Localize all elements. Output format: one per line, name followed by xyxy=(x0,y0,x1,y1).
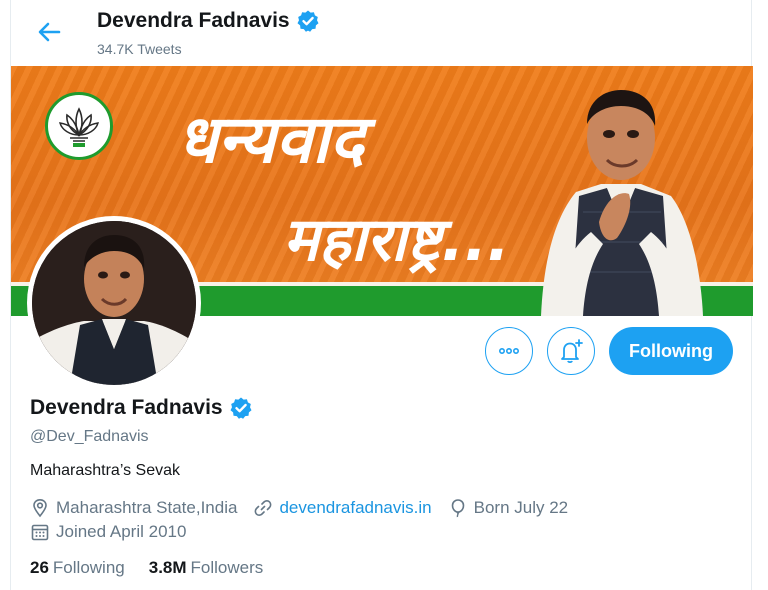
birthday-text: Born July 22 xyxy=(473,498,569,517)
header-name: Devendra Fadnavis xyxy=(97,9,290,32)
back-arrow-icon xyxy=(38,22,61,42)
followers-stat[interactable]: 3.8M Followers xyxy=(149,558,264,578)
profile-joined-row: Joined April 2010 xyxy=(30,522,202,542)
following-label: Following xyxy=(52,558,125,577)
joined-item: Joined April 2010 xyxy=(30,522,186,542)
more-options-button[interactable] xyxy=(485,327,533,375)
calendar-icon xyxy=(31,524,49,541)
svg-text:महाराष्ट्र...: महाराष्ट्र... xyxy=(283,205,510,275)
notifications-button[interactable] xyxy=(547,327,595,375)
header-title: Devendra Fadnavis xyxy=(97,9,320,33)
profile-header-bar: Devendra Fadnavis 34.7K Tweets xyxy=(11,0,753,66)
verified-badge-icon xyxy=(297,10,319,32)
profile-avatar[interactable] xyxy=(27,216,201,390)
location-pin-icon xyxy=(33,498,47,518)
profile-column: Devendra Fadnavis 34.7K Tweets धन्यवाद म… xyxy=(10,0,753,590)
back-button[interactable] xyxy=(33,16,65,48)
link-icon xyxy=(255,500,272,516)
tweet-count: 34.7K Tweets xyxy=(97,41,182,57)
bell-plus-icon xyxy=(561,339,583,364)
website-item[interactable]: devendrafadnavis.in xyxy=(253,498,432,518)
profile-name: Devendra Fadnavis xyxy=(30,396,223,419)
following-stat[interactable]: 26 Following xyxy=(30,558,125,578)
followers-label: Followers xyxy=(190,558,264,577)
banner-portrait xyxy=(541,90,703,316)
follow-stats: 26 Following 3.8M Followers xyxy=(30,558,287,578)
profile-handle: @Dev_Fadnavis xyxy=(30,428,149,445)
more-options-icon xyxy=(498,348,519,355)
following-button[interactable]: Following xyxy=(609,327,733,375)
following-count: 26 xyxy=(30,558,49,577)
bjp-lotus-logo xyxy=(45,92,113,160)
location-item: Maharashtra State,India xyxy=(30,498,237,518)
joined-text: Joined April 2010 xyxy=(56,522,187,541)
profile-bio: Maharashtra’s Sevak xyxy=(30,462,180,479)
svg-text:धन्यवाद: धन्यवाद xyxy=(177,101,377,178)
birthday-item: Born July 22 xyxy=(448,498,569,518)
followers-count: 3.8M xyxy=(148,558,187,577)
banner-calligraphy-text: धन्यवाद महाराष्ट्र... xyxy=(177,101,510,275)
verified-badge-icon xyxy=(230,397,252,419)
balloon-icon xyxy=(451,499,464,518)
website-link[interactable]: devendrafadnavis.in xyxy=(279,498,431,518)
avatar-photo xyxy=(32,221,196,385)
profile-meta-row: Maharashtra State,India devendrafadnavis… xyxy=(30,498,584,518)
profile-name-row: Devendra Fadnavis xyxy=(30,396,253,420)
location-text: Maharashtra State,India xyxy=(56,498,238,517)
